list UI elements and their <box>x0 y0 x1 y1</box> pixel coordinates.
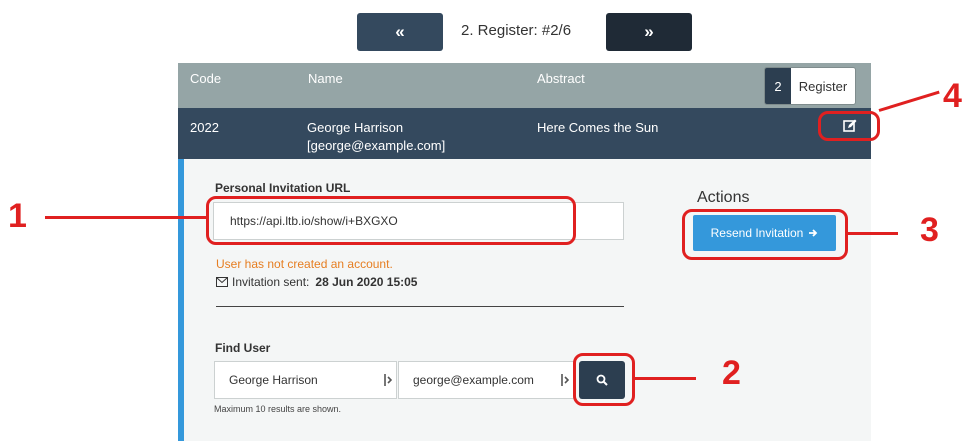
row-abstract: Here Comes the Sun <box>537 120 659 135</box>
user-name-input[interactable]: George Harrison <box>214 361 397 399</box>
results-limit-hint: Maximum 10 results are shown. <box>214 404 342 414</box>
callout-line-3 <box>848 232 898 235</box>
account-warning: User has not created an account. <box>216 257 393 271</box>
register-button[interactable]: Register <box>791 68 855 104</box>
register-button-group[interactable]: 2 Register <box>764 67 856 105</box>
column-header-abstract: Abstract <box>537 71 585 86</box>
column-header-code: Code <box>190 71 222 86</box>
table-row[interactable]: 2022 George Harrison [george@example.com… <box>178 108 871 159</box>
callout-number-2: 2 <box>722 354 741 392</box>
callout-number-4: 4 <box>943 77 962 115</box>
callout-line-2 <box>635 377 696 380</box>
row-name: George Harrison <box>307 120 404 135</box>
callout-box-search <box>573 353 635 406</box>
invitation-sent-label: Invitation sent: <box>232 275 310 289</box>
invitation-sent-status: Invitation sent: 28 Jun 2020 15:05 <box>216 275 417 289</box>
actions-heading: Actions <box>697 189 750 206</box>
row-name-cell: George Harrison [george@example.com] <box>307 119 445 155</box>
previous-button[interactable]: « <box>357 13 443 51</box>
callout-line-4 <box>878 90 940 112</box>
callout-box-url <box>206 196 576 245</box>
invitation-sent-date: 28 Jun 2020 15:05 <box>315 275 418 289</box>
row-email: [george@example.com] <box>307 138 446 153</box>
field-options-icon <box>561 374 569 386</box>
register-count-badge: 2 <box>765 68 791 104</box>
section-divider <box>216 306 624 307</box>
envelope-icon <box>216 277 228 287</box>
callout-number-3: 3 <box>920 211 939 249</box>
user-email-input[interactable]: george@example.com <box>398 361 574 399</box>
user-name-value: George Harrison <box>229 373 318 387</box>
find-user-label: Find User <box>215 341 271 355</box>
column-header-name: Name <box>308 71 343 86</box>
user-email-value: george@example.com <box>413 373 534 387</box>
callout-box-resend <box>682 209 848 260</box>
invitation-url-label: Personal Invitation URL <box>215 181 351 195</box>
next-button[interactable]: » <box>606 13 692 51</box>
callout-box-edit <box>818 111 880 141</box>
field-options-icon <box>384 374 392 386</box>
callout-number-1: 1 <box>8 197 27 235</box>
callout-line-1 <box>45 216 206 219</box>
row-code: 2022 <box>190 120 219 135</box>
register-position-title: 2. Register: #2/6 <box>461 22 572 39</box>
